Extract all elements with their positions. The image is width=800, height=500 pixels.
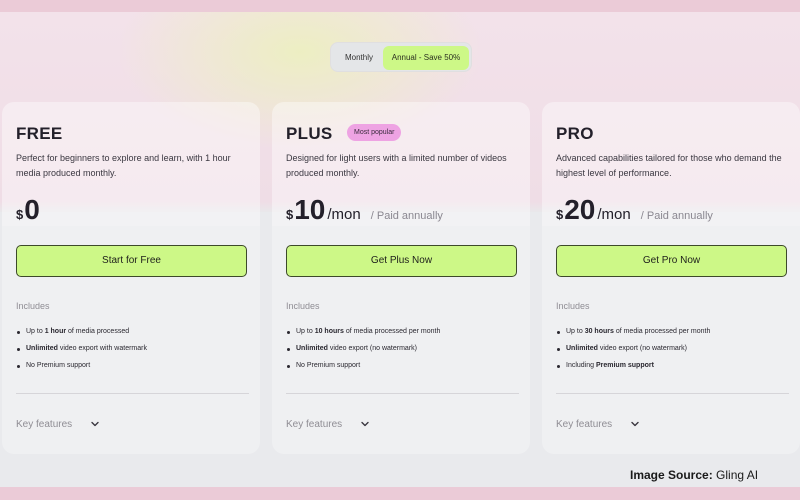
key-features-label: Key features: [16, 418, 73, 430]
plan-card-free: FREE Perfect for beginners to explore an…: [2, 102, 260, 454]
billing-toggle: Monthly Annual - Save 50%: [330, 42, 472, 72]
bullet-icon: [557, 348, 560, 351]
list-item: Including Premium support: [556, 361, 791, 378]
feature-list: Up to 10 hours of media processed per mo…: [286, 327, 521, 378]
pricing-section: Monthly Annual - Save 50% FREE Perfect f…: [0, 12, 800, 487]
bullet-icon: [287, 365, 290, 368]
price-amount: 10: [294, 194, 326, 225]
includes-label: Includes: [16, 301, 50, 311]
divider: [556, 393, 789, 394]
feature-list: Up to 30 hours of media processed per mo…: [556, 327, 791, 378]
most-popular-badge: Most popular: [347, 124, 402, 141]
includes-label: Includes: [286, 301, 320, 311]
divider: [16, 393, 249, 394]
plan-name: PRO: [556, 124, 594, 143]
bullet-icon: [557, 365, 560, 368]
chevron-down-icon: [360, 419, 370, 429]
plan-price: $ 10 /mon / Paid annually: [286, 194, 443, 225]
chevron-down-icon: [90, 419, 100, 429]
billing-note: / Paid annually: [370, 210, 443, 222]
source-label: Image Source:: [630, 468, 713, 482]
bottom-band: [0, 487, 800, 500]
plan-description: Advanced capabilities tailored for those…: [556, 153, 782, 178]
billing-note: / Paid annually: [640, 210, 713, 222]
list-item: Unlimited video export with watermark: [16, 344, 251, 361]
plan-price: $ 0: [16, 194, 40, 225]
plan-name: FREE: [16, 124, 63, 143]
price-currency: $: [556, 207, 564, 222]
list-item: Up to 10 hours of media processed per mo…: [286, 327, 521, 344]
plan-description: Perfect for beginners to explore and lea…: [16, 153, 231, 178]
feature-list: Up to 1 hour of media processed Unlimite…: [16, 327, 251, 378]
billing-option-monthly[interactable]: Monthly: [335, 46, 383, 70]
plan-description: Designed for light users with a limited …: [286, 153, 507, 178]
key-features-label: Key features: [286, 418, 343, 430]
key-features-toggle[interactable]: Key features: [286, 416, 370, 432]
key-features-toggle[interactable]: Key features: [16, 416, 100, 432]
plan-card-plus: PLUS Most popular Designed for light use…: [272, 102, 530, 454]
plan-name: PLUS: [286, 124, 333, 143]
bullet-icon: [17, 348, 20, 351]
price-currency: $: [16, 207, 24, 222]
bullet-icon: [17, 365, 20, 368]
bullet-icon: [287, 331, 290, 334]
price-period: /mon: [597, 206, 631, 223]
list-item: No Premium support: [16, 361, 251, 378]
get-pro-now-button[interactable]: Get Pro Now: [556, 245, 787, 277]
divider: [286, 393, 519, 394]
list-item: Up to 30 hours of media processed per mo…: [556, 327, 791, 344]
bullet-icon: [17, 331, 20, 334]
includes-label: Includes: [556, 301, 590, 311]
price-amount: 0: [24, 194, 40, 225]
list-item: No Premium support: [286, 361, 521, 378]
top-band: [0, 0, 800, 12]
start-for-free-button[interactable]: Start for Free: [16, 245, 247, 277]
price-amount: 20: [564, 194, 596, 225]
bullet-icon: [557, 331, 560, 334]
image-source-credit: Image Source: Gling AI: [630, 468, 758, 482]
list-item: Unlimited video export (no watermark): [286, 344, 521, 361]
key-features-label: Key features: [556, 418, 613, 430]
plan-card-pro: PRO Advanced capabilities tailored for t…: [542, 102, 800, 454]
price-currency: $: [286, 207, 294, 222]
list-item: Up to 1 hour of media processed: [16, 327, 251, 344]
bullet-icon: [287, 348, 290, 351]
get-plus-now-button[interactable]: Get Plus Now: [286, 245, 517, 277]
list-item: Unlimited video export (no watermark): [556, 344, 791, 361]
source-value: Gling AI: [716, 468, 759, 482]
price-period: /mon: [327, 206, 361, 223]
key-features-toggle[interactable]: Key features: [556, 416, 640, 432]
billing-option-annual[interactable]: Annual - Save 50%: [383, 46, 469, 70]
chevron-down-icon: [630, 419, 640, 429]
plan-price: $ 20 /mon / Paid annually: [556, 194, 713, 225]
